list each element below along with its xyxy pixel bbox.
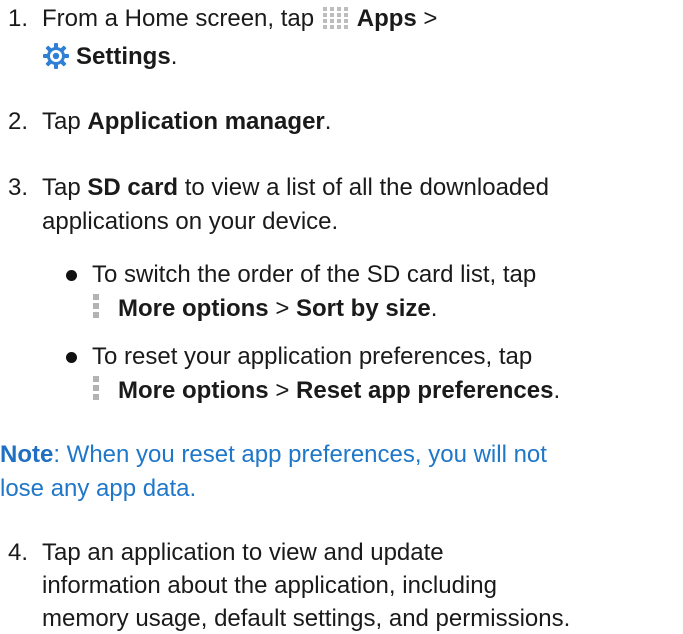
bullet-2-line-2: More options > Reset app preferences. bbox=[92, 376, 560, 406]
bullet-1-separator: > bbox=[268, 295, 297, 322]
bullet-2-separator: > bbox=[268, 377, 297, 404]
step-4-number: 4. bbox=[8, 539, 29, 566]
step-3-line-2: applications on your device. bbox=[42, 208, 339, 235]
step-2-end: . bbox=[324, 108, 332, 135]
more-options-icon bbox=[92, 376, 100, 404]
bullet-2-line-1: To reset your application preferences, t… bbox=[92, 343, 533, 370]
step-1-separator: > bbox=[416, 5, 438, 32]
step-3-number: 3. bbox=[8, 174, 29, 201]
step-1-end: . bbox=[170, 43, 178, 70]
reset-app-preferences-label: Reset app preferences bbox=[296, 377, 554, 404]
step-3-line-1: Tap SD card to view a list of all the do… bbox=[42, 173, 549, 203]
more-options-label: More options bbox=[118, 377, 269, 404]
note-text: : When you reset app preferences, you wi… bbox=[53, 441, 547, 468]
bullet-1-dot bbox=[66, 270, 77, 281]
settings-gear-icon bbox=[42, 42, 70, 70]
apps-grid-icon bbox=[322, 7, 353, 29]
application-manager-label: Application manager bbox=[87, 108, 325, 135]
step-2-number: 2. bbox=[8, 108, 29, 135]
bullet-1-line-2: More options > Sort by size. bbox=[92, 294, 437, 324]
step-2-line-1: Tap Application manager. bbox=[42, 107, 331, 137]
sort-by-size-label: Sort by size bbox=[296, 295, 431, 322]
step-1-line-2: Settings. bbox=[42, 42, 177, 72]
bullet-2-end: . bbox=[553, 377, 561, 404]
bullet-1-line-1: To switch the order of the SD card list,… bbox=[92, 261, 537, 288]
bullet-2-dot bbox=[66, 352, 77, 363]
step-2-text: Tap bbox=[42, 108, 88, 135]
step-1-text: From a Home screen, tap bbox=[42, 5, 321, 32]
step-3-text: Tap bbox=[42, 174, 88, 201]
apps-label: Apps bbox=[356, 5, 417, 32]
note-line-2: lose any app data. bbox=[0, 475, 197, 502]
step-4-line-2: information about the application, inclu… bbox=[42, 572, 497, 599]
more-options-icon bbox=[92, 294, 100, 322]
step-1-line-1: From a Home screen, tap Apps > bbox=[42, 4, 437, 34]
settings-label: Settings bbox=[76, 43, 171, 70]
more-options-label: More options bbox=[118, 295, 269, 322]
step-4-line-1: Tap an application to view and update bbox=[42, 539, 444, 566]
step-3-text-2: to view a list of all the downloaded bbox=[178, 174, 549, 201]
note-line-1: Note: When you reset app preferences, yo… bbox=[0, 440, 547, 470]
bullet-1-end: . bbox=[430, 295, 438, 322]
sd-card-label: SD card bbox=[87, 174, 179, 201]
note-label: Note bbox=[0, 441, 54, 468]
step-1-number: 1. bbox=[8, 5, 29, 32]
